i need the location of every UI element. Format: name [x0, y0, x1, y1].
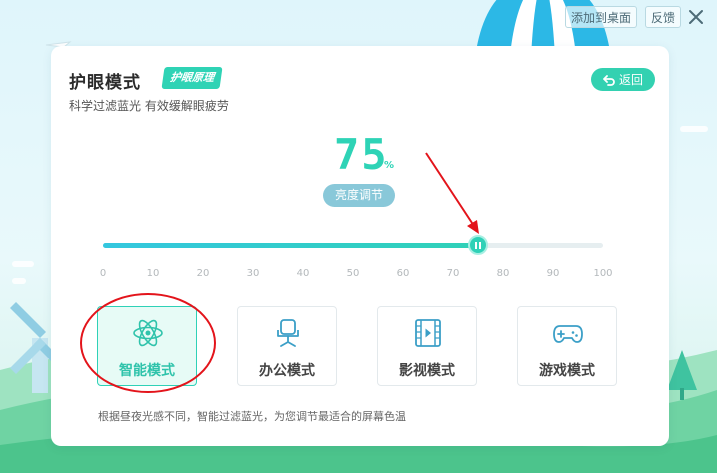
cloud-dash [12, 261, 34, 267]
cloud-dash [680, 126, 708, 132]
slider-tick-label: 10 [146, 268, 160, 279]
mode-film-button[interactable]: 影视模式 [377, 306, 477, 386]
brightness-unit: % [384, 160, 395, 171]
office-chair-icon [277, 319, 299, 347]
feedback-button[interactable]: 反馈 [645, 6, 682, 28]
annotation-highlight-circle [80, 293, 216, 393]
cloud-dash [12, 278, 26, 284]
slider-tick-label: 30 [246, 268, 260, 279]
back-arrow-icon [603, 74, 615, 86]
slider-tick-label: 50 [346, 268, 360, 279]
slider-tick-label: 20 [196, 268, 210, 279]
slider-tick-label: 90 [546, 268, 560, 279]
add-to-desktop-button[interactable]: 添加到桌面 [565, 6, 638, 28]
mode-hint-text: 根据昼夜光感不同，智能过滤蓝光，为您调节最适合的屏幕色温 [98, 410, 406, 423]
mode-label: 办公模式 [259, 363, 315, 379]
principle-badge-button[interactable]: 护眼原理 [161, 67, 223, 89]
mode-label: 影视模式 [399, 363, 455, 379]
back-button[interactable]: 返回 [591, 68, 655, 91]
drag-handle-icon [475, 241, 481, 249]
slider-tick-label: 100 [593, 268, 613, 279]
slider-tick-label: 70 [446, 268, 460, 279]
film-icon [415, 319, 441, 347]
slider-tick-label: 40 [296, 268, 310, 279]
subtitle: 科学过滤蓝光 有效缓解眼疲劳 [69, 99, 229, 113]
slider-tick-label: 0 [99, 268, 107, 279]
page-title: 护眼模式 [69, 73, 141, 93]
slider-tick-label: 80 [496, 268, 510, 279]
brightness-label: 亮度调节 [323, 184, 395, 207]
slider-tick-label: 60 [396, 268, 410, 279]
brightness-value: 75 [334, 130, 389, 179]
back-label: 返回 [618, 73, 643, 87]
mode-game-button[interactable]: 游戏模式 [517, 306, 617, 386]
brightness-slider-thumb[interactable] [468, 235, 488, 255]
gamepad-icon [553, 325, 583, 343]
mode-office-button[interactable]: 办公模式 [237, 306, 337, 386]
eye-protection-panel: 护眼模式 护眼原理 科学过滤蓝光 有效缓解眼疲劳 返回 75 % 亮度调节 0 1… [51, 46, 669, 446]
mode-label: 游戏模式 [539, 363, 595, 379]
brightness-slider-fill [103, 243, 478, 248]
tree-decoration [667, 350, 697, 400]
close-icon[interactable] [685, 6, 707, 28]
